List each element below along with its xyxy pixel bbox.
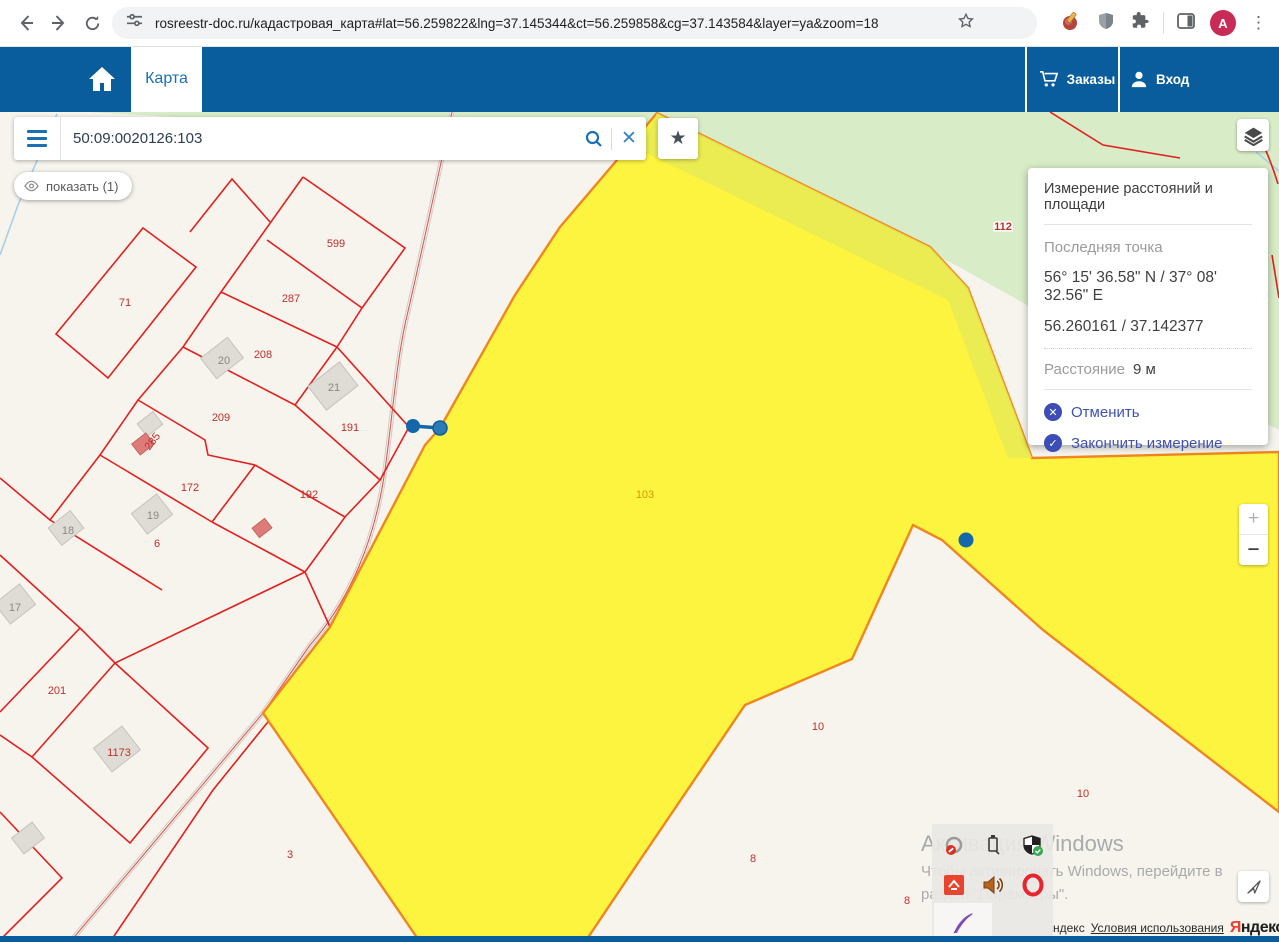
back-icon[interactable] [12, 9, 40, 37]
browser-toolbar: A ⋮ [0, 0, 1279, 47]
address-bar[interactable] [112, 7, 1037, 39]
locate-arrow-icon [1245, 878, 1263, 896]
layers-icon [1243, 125, 1264, 146]
menu-kebab-icon[interactable]: ⋮ [1250, 13, 1267, 33]
parcel-label: 10 [812, 721, 824, 733]
security-shield-icon[interactable] [1018, 831, 1048, 861]
parcel-label: 3 [287, 849, 293, 861]
parcel-label: 599 [327, 238, 345, 250]
map-attribution: ндекс Условия использования Яндекс [1053, 919, 1279, 937]
page: { "browser": { "url": "rosreestr-doc.ru/… [0, 0, 1279, 942]
building-label: 20 [218, 355, 230, 367]
orders-button[interactable]: Заказы [1038, 46, 1116, 112]
parcel-label: 71 [119, 297, 131, 309]
login-label: Вход [1156, 72, 1189, 87]
distance-row: Расстояние 9 м [1044, 361, 1252, 390]
shield-extension-icon[interactable] [1096, 11, 1116, 36]
parcel-label: 201 [48, 685, 66, 697]
finish-measure-link[interactable]: ✓ Закончить измерение [1044, 434, 1252, 452]
parcel-label: 8 [904, 895, 910, 907]
home-tab[interactable] [78, 46, 126, 112]
parcel-label: 8 [750, 853, 756, 865]
menu-hamburger-icon[interactable] [14, 117, 61, 160]
parcel-label: 192 [300, 489, 318, 501]
cancel-circle-icon: ✕ [1044, 403, 1062, 421]
parcel-label: 112 [994, 221, 1012, 233]
orders-label: Заказы [1067, 72, 1116, 87]
profile-avatar[interactable]: A [1210, 10, 1236, 36]
coords-decimal: 56.260161 / 37.142377 [1044, 318, 1252, 336]
measure-panel-title: Измерение расстояний и площади [1044, 181, 1252, 225]
home-icon [87, 65, 117, 93]
zoom-control: + − [1239, 504, 1268, 565]
clear-search-icon[interactable]: ✕ [612, 117, 646, 160]
reload-icon[interactable] [78, 9, 106, 37]
building-label: 18 [62, 525, 74, 537]
footer-bar [0, 936, 1279, 942]
distance-value: 9 м [1133, 361, 1156, 378]
parcel-label: 1173 [107, 747, 131, 759]
red-switch-icon[interactable] [939, 870, 969, 900]
last-point-label: Последняя точка [1044, 239, 1252, 256]
measure-point [406, 419, 420, 433]
side-panel-icon[interactable] [1176, 11, 1196, 36]
search-icon[interactable] [577, 117, 611, 160]
cancel-measure-link[interactable]: ✕ Отменить [1044, 403, 1252, 421]
attribution-prefix: ндекс [1053, 921, 1085, 935]
parcel-label: 10 [1077, 788, 1089, 800]
measure-panel: Измерение расстояний и площади Последняя… [1028, 168, 1268, 445]
site-settings-icon[interactable] [126, 12, 143, 34]
search-bar: ✕ [14, 117, 646, 160]
show-results-pill[interactable]: показать (1) [14, 172, 132, 200]
extensions-puzzle-icon[interactable] [1130, 10, 1151, 36]
forward-icon[interactable] [45, 9, 73, 37]
parcel-label: 191 [341, 422, 359, 434]
building-label: 17 [9, 602, 21, 614]
sync-error-icon[interactable] [939, 832, 969, 862]
person-icon [1130, 70, 1148, 88]
coords-dms: 56° 15' 36.58" N / 37° 08' 32.56" E [1044, 269, 1252, 305]
measure-point [959, 533, 974, 548]
terms-of-use-link[interactable]: Условия использования [1091, 921, 1224, 935]
site-header: Карта Заказы Вход [0, 46, 1279, 112]
parcel-label: 6 [154, 538, 160, 550]
finish-label: Закончить измерение [1071, 435, 1222, 452]
tab-map-label: Карта [145, 70, 188, 88]
seal-extension-icon[interactable] [1060, 10, 1082, 37]
selected-parcel-label: 103 [636, 489, 654, 501]
volume-icon[interactable] [978, 870, 1008, 900]
system-tray-panel [932, 824, 1053, 942]
check-circle-icon: ✓ [1044, 434, 1062, 452]
parcel-label: 172 [181, 482, 199, 494]
layers-button[interactable] [1237, 119, 1269, 151]
locate-button[interactable] [1238, 871, 1269, 902]
search-input[interactable] [61, 130, 577, 147]
purple-feather-icon[interactable] [948, 908, 978, 938]
parcel-label: 287 [282, 293, 300, 305]
measure-point [433, 421, 447, 435]
zoom-in-button[interactable]: + [1239, 504, 1268, 535]
usb-device-icon[interactable] [978, 830, 1008, 860]
header-separator [1118, 46, 1120, 112]
cancel-label: Отменить [1071, 404, 1140, 421]
cart-icon [1039, 70, 1059, 88]
favorites-button[interactable]: ★ [658, 118, 698, 159]
tab-map[interactable]: Карта [131, 46, 202, 112]
toolbar-divider [1163, 12, 1164, 34]
yandex-logo[interactable]: Яндекс [1230, 919, 1279, 937]
zoom-out-button[interactable]: − [1239, 535, 1268, 565]
building-label: 21 [328, 382, 340, 394]
login-button[interactable]: Вход [1130, 46, 1200, 112]
dotted-divider [1044, 348, 1252, 349]
eye-icon [24, 180, 39, 192]
bookmark-star-icon[interactable] [957, 12, 975, 35]
show-results-label: показать (1) [46, 179, 118, 194]
parcel-label: 209 [212, 412, 230, 424]
building-label: 19 [147, 510, 159, 522]
parcel-label: 208 [254, 349, 272, 361]
url-input[interactable] [153, 15, 957, 32]
header-separator [1025, 46, 1027, 112]
distance-label: Расстояние [1044, 361, 1125, 378]
opera-icon[interactable] [1018, 870, 1048, 900]
